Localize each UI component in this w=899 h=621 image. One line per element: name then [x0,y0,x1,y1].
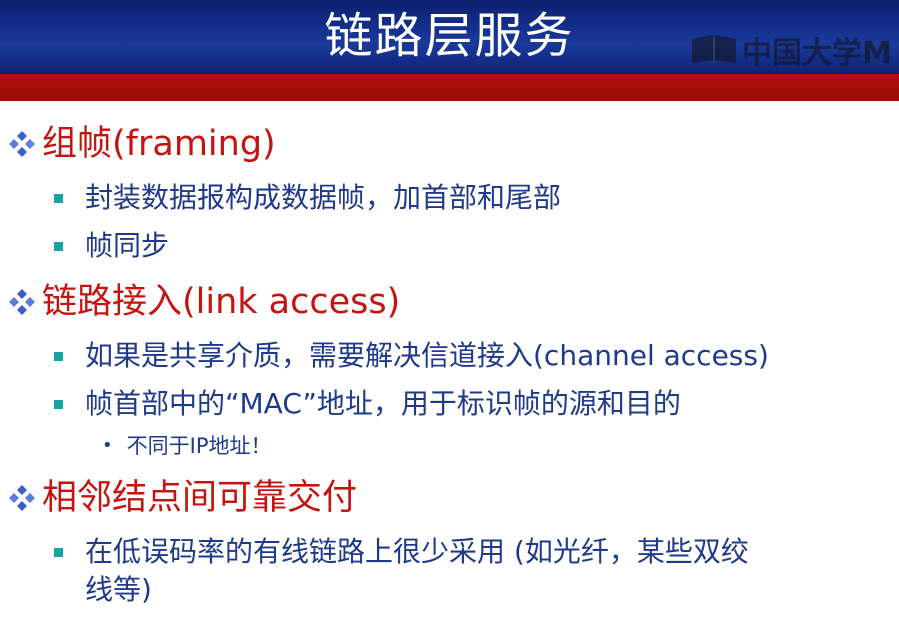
list-item: 在低误码率的有线链路上很少采用 (如光纤，某些双绞 [54,534,749,570]
section-heading: 组帧(framing) [6,124,276,164]
list-item-text: 封装数据报构成数据帧，加首部和尾部 [85,181,562,214]
book-logo-icon [692,35,736,63]
list-item: 帧同步 [54,228,169,264]
diamond-bullet-icon [9,289,35,315]
slide-body: 组帧(framing) 封装数据报构成数据帧，加首部和尾部 帧同步 链路接入(l… [0,101,899,621]
square-bullet-icon [54,352,63,361]
section-heading: 链路接入(link access) [6,282,400,322]
list-item-text: 在低误码率的有线链路上很少采用 (如光纤，某些双绞 [85,535,749,568]
diamond-bullet-icon [9,485,35,511]
section-heading-text: 相邻结点间可靠交付 [42,478,358,518]
red-accent-bar [0,74,899,101]
list-item: 封装数据报构成数据帧，加首部和尾部 [54,180,561,216]
sub-list-item: • 不同于IP地址！ [102,432,271,460]
sub-list-item-text: 不同于IP地址！ [126,434,272,458]
list-item-text: 如果是共享介质，需要解决信道接入(channel access) [85,339,769,372]
watermark-logo: 中国大学M [690,30,892,71]
list-item-text: 帧同步 [85,229,170,262]
square-bullet-icon [54,548,63,557]
list-item: 帧首部中的“MAC”地址，用于标识帧的源和目的 [54,386,681,422]
section-heading-text: 组帧(framing) [42,124,276,164]
dot-bullet-icon: • [102,435,113,456]
list-item-text: 帧首部中的“MAC”地址，用于标识帧的源和目的 [85,387,681,420]
list-item-continuation: 线等) [85,573,152,606]
slide-header: 链路层服务 中国大学M [0,0,899,74]
watermark-text: 中国大学M [742,36,892,71]
diamond-bullet-icon [9,131,35,157]
section-heading-text: 链路接入(link access) [42,282,401,322]
list-item: 如果是共享介质，需要解决信道接入(channel access) [54,338,769,374]
section-heading: 相邻结点间可靠交付 [6,478,357,518]
square-bullet-icon [54,242,63,251]
square-bullet-icon [54,194,63,203]
square-bullet-icon [54,400,63,409]
